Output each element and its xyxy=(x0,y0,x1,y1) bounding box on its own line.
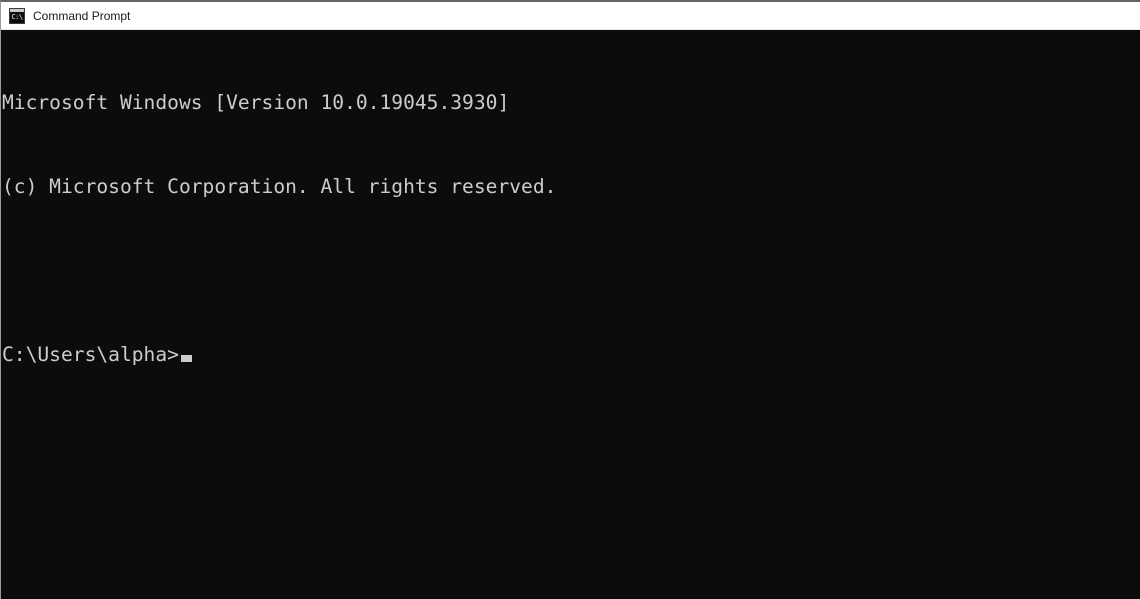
icon-prompt-glyph: C:\ xyxy=(11,12,23,21)
console-text-buffer: Microsoft Windows [Version 10.0.19045.39… xyxy=(2,33,1140,425)
console-prompt-line[interactable]: C:\Users\alpha> xyxy=(2,341,1140,369)
console-output-area[interactable]: Microsoft Windows [Version 10.0.19045.39… xyxy=(1,30,1140,599)
window-titlebar[interactable]: C:\ Command Prompt xyxy=(1,2,1140,30)
block-cursor xyxy=(180,355,192,362)
console-line: Microsoft Windows [Version 10.0.19045.39… xyxy=(2,91,510,114)
window-title: Command Prompt xyxy=(33,8,131,23)
command-prompt-window: C:\ Command Prompt Microsoft Windows [Ve… xyxy=(0,0,1140,599)
prompt-string: C:\Users\alpha> xyxy=(2,343,179,366)
console-window-icon: C:\ xyxy=(9,7,25,24)
console-line: (c) Microsoft Corporation. All rights re… xyxy=(2,175,557,198)
